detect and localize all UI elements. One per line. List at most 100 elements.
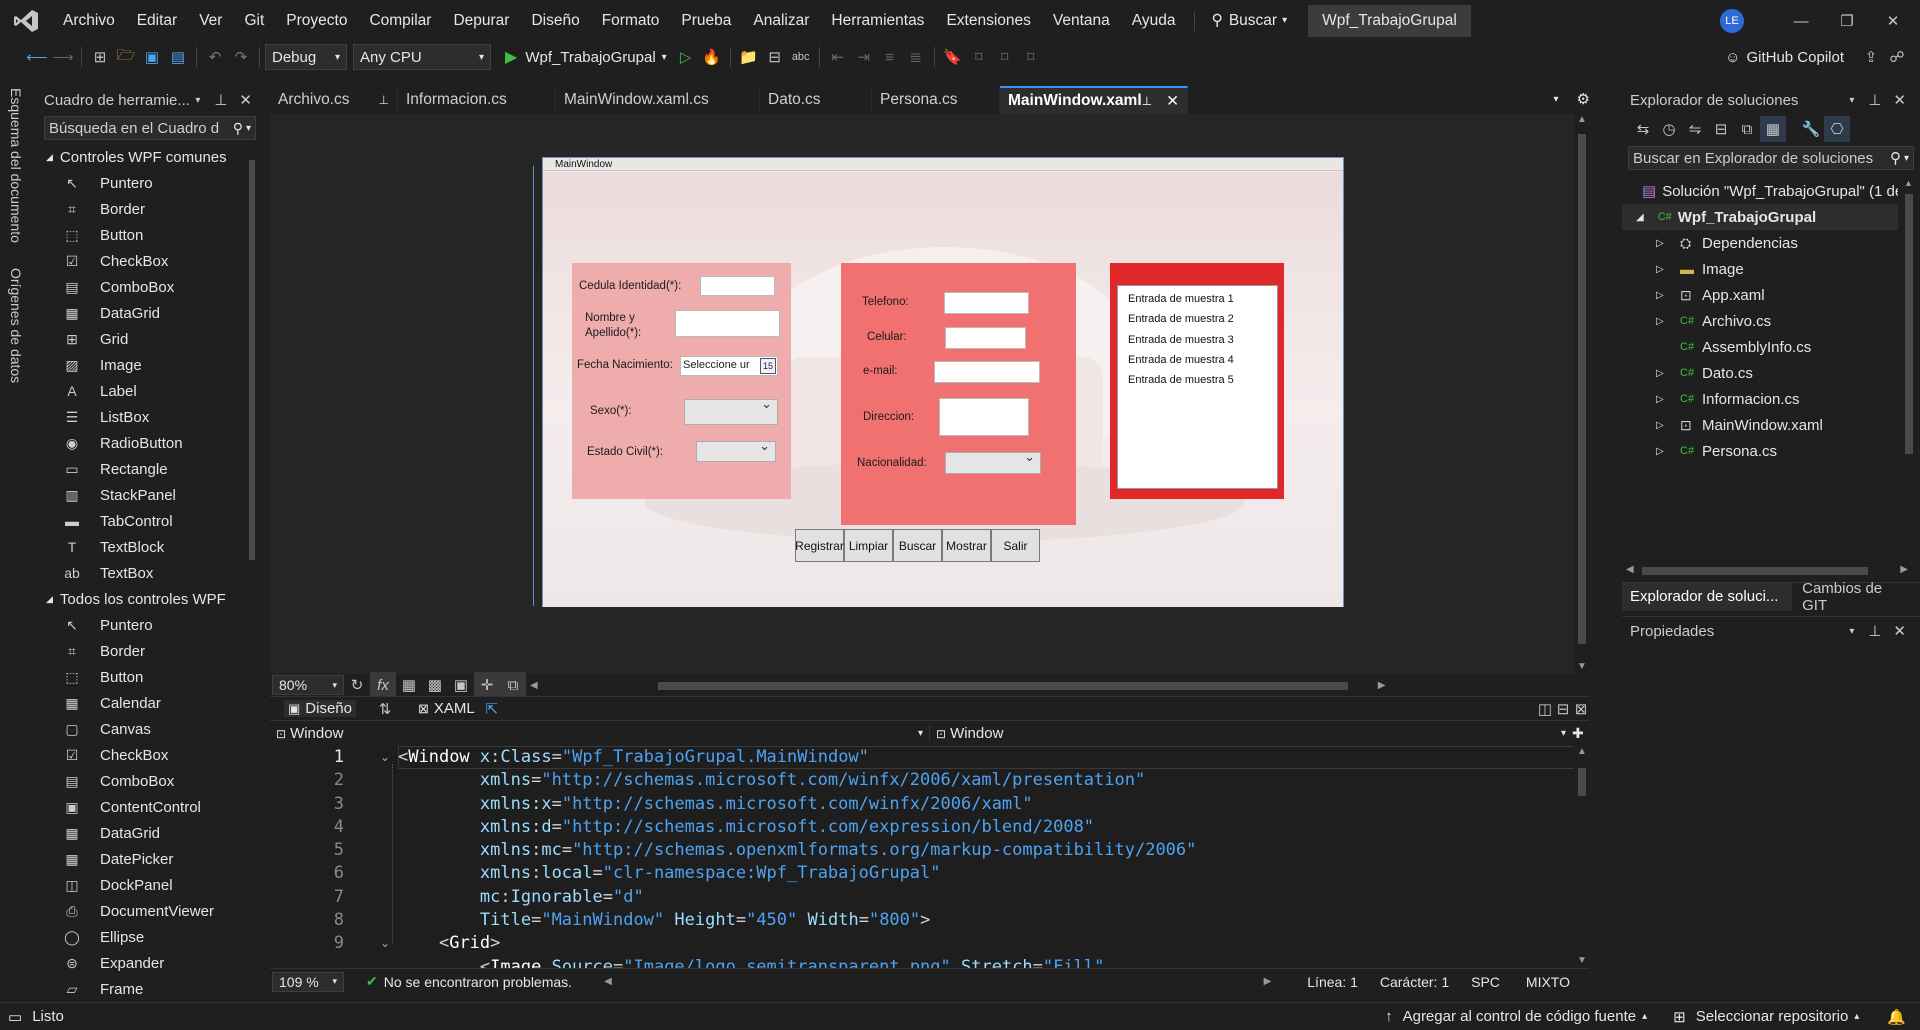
toolbox-group-header[interactable]: ◢ Controles WPF comunes (40, 144, 244, 170)
wpf-window-frame[interactable]: MainWindow Cedula Identidad(*): Nombre y… (542, 157, 1344, 607)
toolbox-item-button[interactable]: ⬚ Button (40, 222, 244, 248)
pin-icon[interactable]: ⊥ (1142, 94, 1152, 108)
notifications-bell-icon[interactable]: 🔔 (1887, 1008, 1906, 1026)
menu-ver[interactable]: Ver (188, 0, 233, 42)
toolbox-search[interactable]: Búsqueda en el Cuadro d ⚲ ▾ (44, 116, 256, 140)
uncomment-icon[interactable]: ≣ (903, 44, 929, 70)
collapsed-arrow-icon[interactable]: ▷ (1656, 368, 1680, 379)
pin-icon[interactable]: ⊥ (1868, 622, 1881, 640)
refresh-icon[interactable]: ⊟ (1708, 116, 1734, 142)
list-entry[interactable]: Entrada de muestra 2 (1128, 309, 1277, 329)
toolbox-item-tabcontrol[interactable]: ▬ TabControl (40, 508, 244, 534)
menu-herramientas[interactable]: Herramientas (820, 0, 935, 42)
scroll-right-icon[interactable]: ▶ (1900, 564, 1908, 575)
add-split-icon[interactable]: ✚ (1572, 725, 1584, 742)
input-telefono[interactable] (944, 292, 1029, 314)
form-button-mostrar[interactable]: Mostrar (942, 529, 991, 562)
entry-listbox[interactable]: Entrada de muestra 1 Entrada de muestra 2… (1117, 285, 1278, 489)
tab-solution-explorer[interactable]: Explorador de soluci... (1622, 582, 1793, 611)
pending-changes-icon[interactable]: ⇋ (1682, 116, 1708, 142)
form-button-registrar[interactable]: Registrar (795, 529, 844, 562)
user-avatar[interactable]: LE (1720, 9, 1744, 33)
close-icon[interactable]: ✕ (239, 91, 252, 109)
scrollbar-thumb[interactable] (249, 160, 255, 560)
scroll-left-icon[interactable]: ◀ (604, 976, 612, 987)
solution-vscrollbar[interactable]: ▲ (1904, 178, 1914, 558)
tab-archivo[interactable]: Archivo.cs ⊥ (270, 86, 398, 114)
list-entry[interactable]: Entrada de muestra 1 (1128, 289, 1277, 309)
input-nombre[interactable] (675, 310, 780, 337)
close-icon[interactable]: ✕ (1870, 8, 1916, 34)
toolbox-item-border[interactable]: ⌗ Border (40, 196, 244, 222)
close-icon[interactable]: ✕ (1893, 91, 1906, 109)
start-without-debug-icon[interactable]: ▷ (673, 44, 699, 70)
char-indicator[interactable]: Carácter: 1 (1380, 974, 1449, 990)
save-icon[interactable]: ▣ (139, 44, 165, 70)
scrollbar-thumb[interactable] (1578, 134, 1586, 644)
solution-item-dependencias[interactable]: ▷ ⛭ Dependencias (1622, 230, 1898, 256)
scroll-left-icon[interactable]: ◀ (1626, 564, 1634, 575)
menu-proyecto[interactable]: Proyecto (275, 0, 358, 42)
solution-hscrollbar[interactable]: ◀ ▶ (1626, 564, 1912, 578)
effects-icon[interactable]: fx (370, 672, 396, 698)
list-entry[interactable]: Entrada de muestra 5 (1128, 370, 1277, 390)
menu-ayuda[interactable]: Ayuda (1121, 0, 1187, 42)
side-tab-document-outline[interactable]: Esquema del documento (8, 88, 24, 247)
scroll-up-icon[interactable]: ▲ (1574, 114, 1590, 125)
redo-icon[interactable]: ↷ (228, 44, 254, 70)
input-celular[interactable] (945, 327, 1026, 349)
input-cedula[interactable] (700, 276, 775, 296)
solution-item-persona-cs[interactable]: ▷ C# Persona.cs (1622, 438, 1898, 464)
designer-zoom-select[interactable]: 80% ▾ (272, 675, 344, 695)
scrollbar-thumb[interactable] (657, 682, 1348, 690)
snap-lines-icon[interactable]: ✛ (474, 672, 500, 698)
toolbox-item-frame[interactable]: ▱ Frame (40, 976, 244, 995)
collapsed-arrow-icon[interactable]: ▷ (1656, 238, 1680, 249)
menu-prueba[interactable]: Prueba (670, 0, 742, 42)
toolbox-item-documentviewer[interactable]: ⎙ DocumentViewer (40, 898, 244, 924)
editor-zoom-select[interactable]: 109 % ▾ (272, 971, 344, 992)
refresh-icon[interactable]: ↻ (344, 672, 370, 698)
swap-panes-icon[interactable]: ⇅ (372, 696, 398, 722)
toolbox-item-dockpanel[interactable]: ◫ DockPanel (40, 872, 244, 898)
menu-depurar[interactable]: Depurar (442, 0, 520, 42)
collapsed-arrow-icon[interactable]: ▷ (1656, 446, 1680, 457)
align-right-icon[interactable]: ⇥ (851, 44, 877, 70)
align-left-icon[interactable]: ⇤ (825, 44, 851, 70)
feedback-icon[interactable]: ☍ (1884, 44, 1910, 70)
tab-mainwindow-xaml-active[interactable]: MainWindow.xaml ⊥ ✕ (1000, 86, 1188, 114)
toolbox-item-datagrid[interactable]: ▦ DataGrid (40, 820, 244, 846)
menu-git[interactable]: Git (233, 0, 275, 42)
close-icon[interactable]: ✕ (1893, 622, 1906, 640)
tab-design[interactable]: ▣ Diseño (284, 700, 356, 717)
form-button-buscar[interactable]: Buscar (893, 529, 942, 562)
comment-icon[interactable]: ≡ (877, 44, 903, 70)
toolbox-item-datagrid[interactable]: ▦ DataGrid (40, 300, 244, 326)
new-project-icon[interactable]: ⊞ (87, 44, 113, 70)
chevron-down-icon[interactable]: ▾ (195, 95, 200, 106)
solution-item-mainwindow-xaml[interactable]: ▷ ⊡ MainWindow.xaml (1622, 412, 1898, 438)
popout-icon[interactable]: ⇱ (479, 696, 505, 722)
toolbox-item-rectangle[interactable]: ▭ Rectangle (40, 456, 244, 482)
form-button-limpiar[interactable]: Limpiar (844, 529, 893, 562)
toolbox-item-stackpanel[interactable]: ▥ StackPanel (40, 482, 244, 508)
history-icon[interactable]: ◷ (1656, 116, 1682, 142)
code-vscrollbar[interactable]: ▲ ▼ (1574, 746, 1590, 968)
combo-estado-civil[interactable] (696, 438, 776, 462)
scroll-right-icon[interactable]: ▶ (1264, 976, 1272, 987)
menu-formato[interactable]: Formato (591, 0, 671, 42)
toolbox-item-listbox[interactable]: ☰ ListBox (40, 404, 244, 430)
solution-search-input[interactable]: Buscar en Explorador de soluciones (1633, 150, 1890, 167)
fold-icon[interactable]: ⌄ (380, 932, 390, 955)
form-button-salir[interactable]: Salir (991, 529, 1040, 562)
list-entry[interactable]: Entrada de muestra 3 (1128, 330, 1277, 350)
toolbox-item-textbox[interactable]: ab TextBox (40, 560, 244, 586)
save-all-icon[interactable]: ▤ (165, 44, 191, 70)
project-code-icon[interactable]: ⧉ (500, 672, 526, 698)
collapse-pane-icon[interactable]: ⊠ (1572, 696, 1590, 722)
toolbox-item-calendar[interactable]: ▦ Calendar (40, 690, 244, 716)
scroll-right-icon[interactable]: ▶ (1378, 680, 1386, 691)
pin-icon[interactable]: ⊥ (379, 93, 389, 107)
menu-archivo[interactable]: Archivo (52, 0, 126, 42)
menu-analizar[interactable]: Analizar (742, 0, 820, 42)
